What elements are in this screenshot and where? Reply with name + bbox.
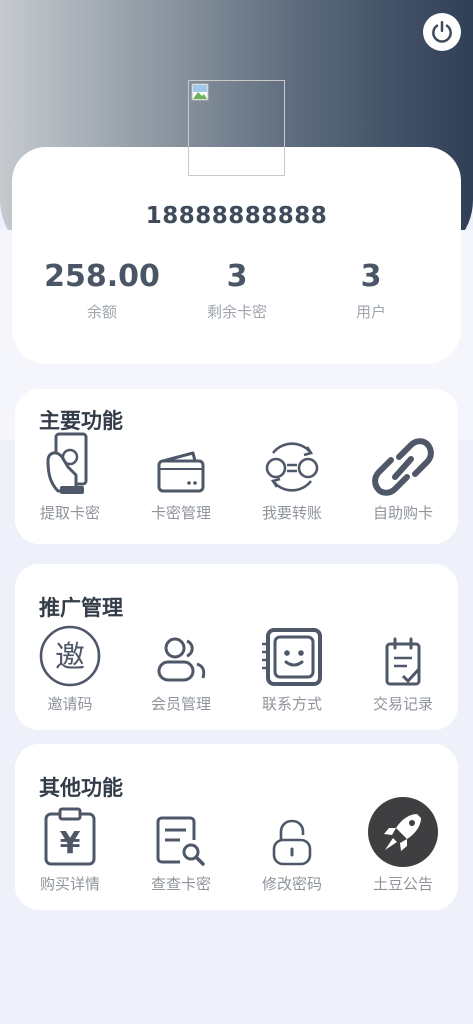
broken-image-icon	[191, 83, 209, 101]
item-transfer[interactable]: 我要转账	[242, 431, 342, 523]
stat-value: 3	[360, 259, 382, 294]
item-label: 提取卡密	[39, 504, 100, 522]
item-invite-code[interactable]: 邀 邀请码	[20, 622, 120, 714]
svg-text:邀: 邀	[55, 640, 85, 675]
section-promotion-management: 推广管理 邀 邀请码 会员管理 联系方式 交易记录	[15, 564, 458, 730]
yen-clipboard-icon: ¥	[44, 807, 96, 866]
avatar	[188, 80, 285, 176]
section-main-functions: 主要功能 提取卡密 卡密管理 我要转账 自助购卡	[15, 389, 458, 544]
transfer-icon	[265, 442, 319, 492]
stat-label: 用户	[355, 303, 386, 321]
svg-text:¥: ¥	[60, 826, 81, 861]
section-other-functions: 其他功能 ¥ 购买详情 查查卡密 修改密码 土豆公告	[15, 744, 458, 910]
link-icon	[372, 438, 434, 496]
clipboard-check-icon	[385, 637, 421, 686]
item-label: 我要转账	[261, 504, 322, 522]
item-announcement[interactable]: 土豆公告	[353, 797, 453, 894]
item-label: 卡密管理	[150, 504, 211, 522]
item-self-purchase-card[interactable]: 自助购卡	[353, 431, 453, 523]
item-transaction-records[interactable]: 交易记录	[353, 622, 453, 714]
section-title: 推广管理	[39, 596, 123, 620]
item-change-password[interactable]: 修改密码	[242, 802, 342, 894]
cash-withdraw-icon	[46, 432, 88, 494]
search-document-icon	[156, 816, 205, 866]
item-member-management[interactable]: 会员管理	[131, 622, 231, 714]
stat-value: 3	[226, 259, 248, 294]
power-button[interactable]	[423, 13, 461, 51]
lock-icon	[272, 819, 312, 866]
item-label: 修改密码	[261, 875, 322, 893]
item-withdraw-card[interactable]: 提取卡密	[20, 431, 120, 523]
item-purchase-details[interactable]: ¥ 购买详情	[20, 802, 120, 894]
contact-face-icon	[262, 628, 322, 686]
item-label: 土豆公告	[372, 875, 433, 893]
rocket-icon	[368, 797, 438, 867]
section-title: 其他功能	[39, 776, 123, 800]
item-label: 自助购卡	[372, 504, 433, 522]
item-label: 邀请码	[47, 695, 93, 713]
wallet-icon	[157, 451, 205, 493]
power-icon	[432, 21, 452, 43]
members-icon	[157, 637, 206, 682]
invite-icon: 邀	[39, 625, 101, 687]
stat-balance[interactable]: 258.00 余额	[27, 259, 177, 322]
item-card-management[interactable]: 卡密管理	[131, 431, 231, 523]
item-contact-info[interactable]: 联系方式	[242, 622, 342, 714]
stat-users[interactable]: 3 用户	[296, 259, 446, 322]
stat-remaining-cards[interactable]: 3 剩余卡密	[162, 259, 312, 322]
stat-label: 余额	[86, 303, 117, 321]
item-label: 购买详情	[39, 875, 100, 893]
item-check-card[interactable]: 查查卡密	[131, 802, 231, 894]
item-label: 交易记录	[372, 695, 433, 713]
stat-label: 剩余卡密	[206, 303, 267, 321]
item-label: 查查卡密	[150, 875, 211, 893]
item-label: 联系方式	[261, 695, 322, 713]
phone-number: 18888888888	[145, 203, 328, 229]
item-label: 会员管理	[150, 695, 211, 713]
profile-card: 18888888888 258.00 余额 3 剩余卡密 3 用户	[12, 147, 461, 364]
stat-value: 258.00	[44, 259, 160, 294]
